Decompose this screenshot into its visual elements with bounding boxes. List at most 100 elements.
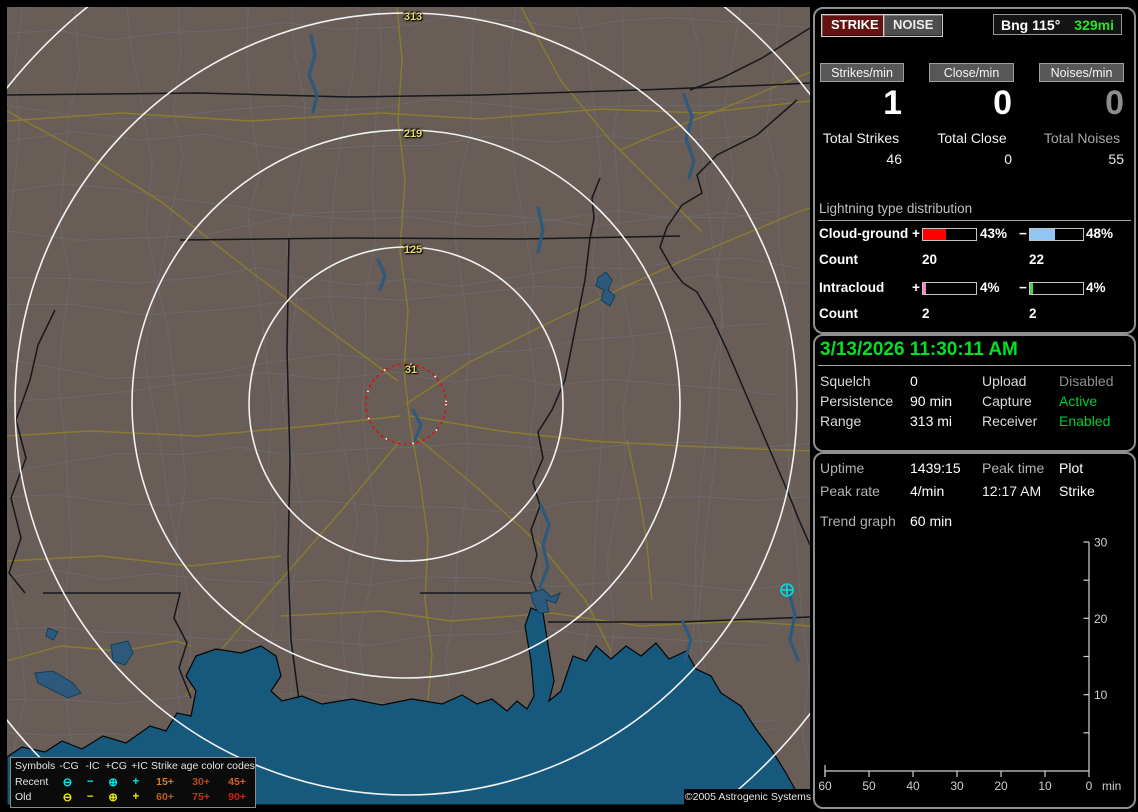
legend-old-label: Old [15, 790, 32, 803]
status-divider [818, 365, 1131, 366]
svg-text:60: 60 [818, 779, 832, 793]
ring-label-31: 31 [404, 364, 418, 376]
trend-graph-window: 60 min [910, 513, 953, 529]
peak-time-label: Peak time [982, 460, 1045, 476]
trend-graph-label: Trend graph [820, 513, 896, 529]
distribution-title: Lightning type distribution [819, 201, 973, 216]
age-code-15: 15+ [156, 775, 174, 788]
legend-col-neg-cg: -CG [59, 760, 79, 772]
svg-text:30: 30 [950, 779, 964, 793]
strikes-per-min-value: 1 [883, 84, 902, 122]
capture-status: Active [1059, 393, 1098, 409]
plot-type-value: Strike [1059, 483, 1095, 499]
legend-col-neg-ic: -IC [85, 760, 100, 772]
svg-text:50: 50 [862, 779, 876, 793]
uptime-value: 1439:15 [910, 460, 961, 476]
bearing-value: Bng 115° [1001, 16, 1061, 33]
svg-text:min: min [1102, 779, 1121, 793]
count-label: Count [819, 252, 858, 267]
plot-value: Plot [1059, 460, 1084, 476]
legend-recent-label: Recent [15, 775, 49, 788]
cloud-ground-minus-bar [1029, 228, 1084, 241]
plus-sign: + [912, 226, 920, 241]
svg-text:20: 20 [994, 779, 1008, 793]
legend-old-row: Old ⊖ − ⊕ + 60+ 75+ 90+ [11, 789, 255, 804]
copyright-text: ©2005 Astrogenic Systems [684, 789, 812, 806]
intracloud-label: Intracloud [819, 280, 885, 295]
svg-text:40: 40 [906, 779, 920, 793]
old-neg-ic-icon: − [86, 790, 94, 803]
svg-text:10: 10 [1094, 688, 1108, 702]
trend-panel: Uptime 1439:15 Peak time Plot Peak rate … [813, 452, 1136, 809]
close-per-min-value: 0 [993, 84, 1012, 122]
range-value: 313 mi [910, 413, 953, 429]
counters-panel: STRIKE NOISE Bng 115° 329mi Strikes/min … [813, 7, 1136, 334]
map-legend: Symbols -CG -IC +CG +IC Strike age color… [10, 757, 256, 808]
bearing-distance: 329mi [1074, 16, 1114, 33]
plus-sign: + [912, 280, 920, 295]
strikes-per-min-badge: Strikes/min [820, 63, 904, 82]
intracloud-count-row: Count 2 2 [815, 306, 1134, 322]
age-code-60: 60+ [156, 790, 174, 803]
count-label: Count [819, 306, 858, 321]
persistence-value: 90 min [910, 393, 953, 409]
close-per-min-badge: Close/min [929, 63, 1014, 82]
lightning-map[interactable]: 313 219 125 31 Symbols -CG -IC +CG +IC S… [7, 7, 812, 808]
total-noises-label: Total Noises [1043, 130, 1121, 146]
noises-per-min-value: 0 [1105, 84, 1124, 122]
cloud-ground-row: Cloud-ground + 43% − 48% [815, 226, 1134, 242]
upload-status: Disabled [1059, 373, 1114, 389]
strike-button[interactable]: STRIKE [821, 14, 889, 37]
legend-col-pos-cg: +CG [105, 760, 127, 772]
range-label: Range [820, 413, 862, 429]
bearing-indicator: Bng 115° 329mi [993, 14, 1122, 35]
peak-rate-row: Peak rate 4/min 12:17 AM Strike [815, 483, 1134, 501]
old-neg-cg-icon: ⊖ [62, 791, 73, 804]
receiver-status: Enabled [1059, 413, 1111, 429]
trend-graph-row: Trend graph 60 min [815, 513, 1134, 531]
svg-text:20: 20 [1094, 612, 1108, 626]
legend-age-header: Strike age color codes [151, 760, 255, 772]
distribution-divider [818, 220, 1131, 221]
legend-col-pos-ic: +IC [131, 760, 148, 772]
ring-label-313: 313 [403, 11, 423, 23]
total-close-value: 0 [1004, 151, 1012, 167]
recent-neg-cg-icon: ⊖ [62, 776, 73, 789]
svg-text:30: 30 [1094, 536, 1108, 550]
intracloud-plus-count: 2 [922, 306, 930, 321]
uptime-label: Uptime [820, 460, 865, 476]
recent-pos-ic-icon: + [132, 775, 140, 788]
age-code-45: 45+ [228, 775, 246, 788]
trend-chart: 10 20 30 60 50 40 30 20 10 0 min [818, 536, 1121, 794]
minus-sign: − [1019, 226, 1027, 241]
strike-marker-icon[interactable] [780, 583, 794, 597]
upload-label: Upload [982, 373, 1027, 389]
peak-rate-value: 4/min [910, 483, 945, 499]
age-code-90: 90+ [228, 790, 246, 803]
intracloud-plus-pct: 4% [980, 280, 1000, 295]
cloud-ground-minus-pct: 48% [1086, 226, 1114, 241]
noise-button[interactable]: NOISE [883, 14, 944, 37]
age-code-75: 75+ [192, 790, 210, 803]
legend-recent-row: Recent ⊖ − ⊕ + 15+ 30+ 45+ [11, 774, 255, 789]
persistence-label: Persistence [820, 393, 894, 409]
intracloud-minus-pct: 4% [1086, 280, 1106, 295]
cloud-ground-plus-count: 20 [922, 252, 938, 267]
old-pos-cg-icon: ⊕ [108, 791, 118, 804]
ring-label-125: 125 [403, 244, 423, 256]
cloud-ground-count-row: Count 20 22 [815, 252, 1134, 268]
datetime-display: 3/13/2026 11:30:11 AM [820, 339, 1018, 360]
intracloud-minus-bar [1029, 282, 1084, 295]
axis-ticks: 10 20 30 60 50 40 30 20 10 0 min [818, 536, 1121, 794]
total-noises-value: 55 [1108, 151, 1124, 167]
peak-rate-label: Peak rate [820, 483, 880, 499]
legend-symbols-header: Symbols [15, 760, 56, 772]
total-strikes-value: 46 [886, 151, 902, 167]
status-row: Squelch 0 Upload Disabled [815, 373, 1134, 391]
peak-time-value: 12:17 AM [982, 483, 1042, 499]
ring-label-219: 219 [403, 128, 423, 140]
map-canvas [7, 7, 810, 805]
recent-pos-cg-icon: ⊕ [108, 776, 118, 789]
status-row: Range 313 mi Receiver Enabled [815, 413, 1134, 431]
cloud-ground-label: Cloud-ground [819, 226, 909, 241]
